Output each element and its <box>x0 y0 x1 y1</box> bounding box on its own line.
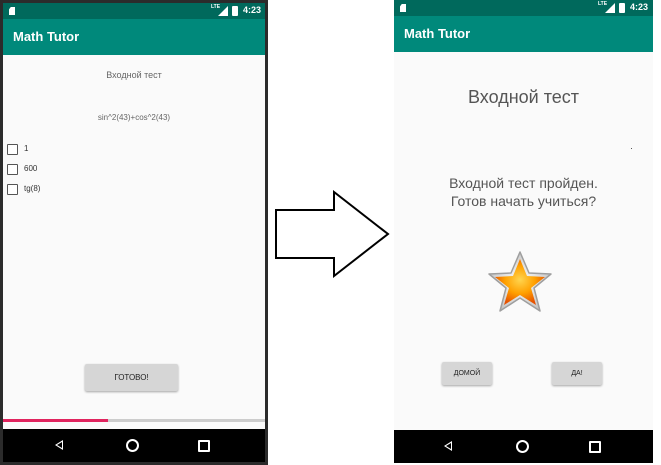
stray-dot <box>631 148 632 149</box>
lte-label: LTE <box>598 1 608 7</box>
progress-bar <box>3 419 265 422</box>
status-bar: LTE 4:23 <box>394 0 653 16</box>
star-icon <box>488 251 552 312</box>
option-checkbox-2[interactable]: 600 <box>7 163 37 177</box>
result-message-line2: Готов начать учиться? <box>450 193 597 209</box>
recent-apps-icon[interactable] <box>198 440 210 452</box>
recent-apps-icon[interactable] <box>589 441 601 453</box>
right-arrow-icon <box>275 190 390 278</box>
home-icon[interactable] <box>516 440 529 453</box>
option-checkbox-1[interactable]: 1 <box>7 143 28 157</box>
status-time: 4:23 <box>630 2 649 12</box>
option-label: tg(8) <box>24 184 41 193</box>
status-bar: LTE 4:23 <box>3 3 265 19</box>
checkbox-icon[interactable] <box>7 163 18 175</box>
option-label: 600 <box>24 164 38 173</box>
battery-icon <box>232 6 238 16</box>
status-time: 4:23 <box>243 5 262 15</box>
yes-button[interactable]: ДА! <box>552 362 602 385</box>
option-checkbox-3[interactable]: tg(8) <box>7 183 40 197</box>
question-text: sin^2(43)+cos^2(43) <box>97 113 171 122</box>
back-icon[interactable] <box>55 440 63 450</box>
left-phone-screen: LTE 4:23 Math Tutor Входной тест sin^2(4… <box>0 0 268 465</box>
home-button[interactable]: ДОМОЙ <box>442 362 492 385</box>
sim-card-icon <box>9 7 15 15</box>
result-message-line1: Входной тест пройден. <box>449 175 598 191</box>
right-phone-screen: LTE 4:23 Math Tutor Входной тест Входной… <box>394 0 653 463</box>
app-title: Math Tutor <box>394 16 653 52</box>
done-button[interactable]: ГОТОВО! <box>85 364 178 391</box>
test-heading: Входной тест <box>106 70 162 80</box>
sim-card-icon <box>400 4 406 12</box>
option-label: 1 <box>24 144 29 153</box>
progress-bar-fill <box>3 419 108 422</box>
battery-icon <box>619 3 625 13</box>
navigation-bar <box>3 429 265 462</box>
navigation-bar <box>394 430 653 463</box>
app-title: Math Tutor <box>3 19 265 55</box>
lte-label: LTE <box>211 4 221 10</box>
checkbox-icon[interactable] <box>7 183 18 195</box>
home-icon[interactable] <box>126 439 139 452</box>
checkbox-icon[interactable] <box>7 143 18 155</box>
test-heading: Входной тест <box>467 87 580 107</box>
back-icon[interactable] <box>444 441 452 451</box>
